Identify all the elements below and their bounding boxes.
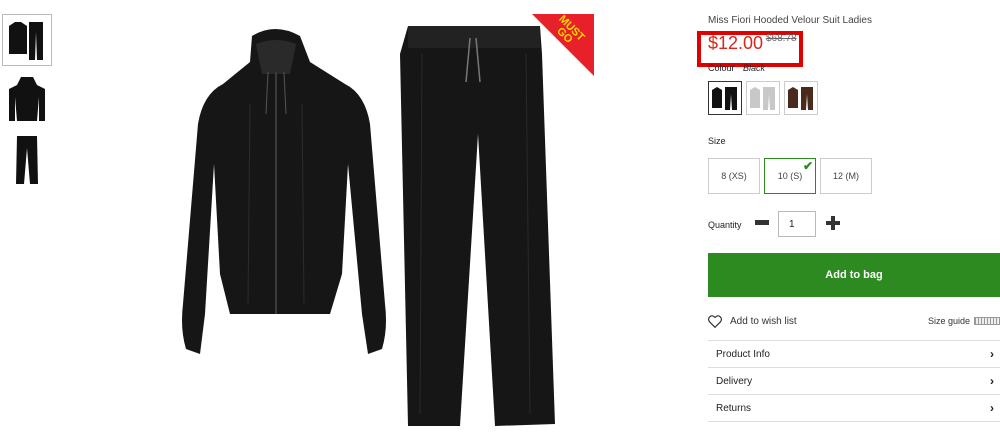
add-to-bag-button[interactable]: Add to bag <box>708 253 1000 297</box>
size-guide-link[interactable]: Size guide <box>928 316 1000 326</box>
info-accordion: Product Info › Delivery › Returns › <box>708 340 1000 422</box>
accordion-label: Product Info <box>716 348 770 360</box>
ruler-icon <box>974 317 1000 325</box>
add-to-wish-list-link[interactable]: Add to wish list <box>708 315 797 328</box>
product-title: Miss Fiori Hooded Velour Suit Ladies <box>708 15 872 26</box>
check-icon: ✔ <box>802 159 813 173</box>
accordion-label: Delivery <box>716 375 753 387</box>
pants-image <box>16 136 38 184</box>
minus-icon[interactable] <box>755 220 769 225</box>
grey-suit-icon <box>750 87 775 110</box>
accordion-returns[interactable]: Returns › <box>708 394 1000 422</box>
swatch-black[interactable] <box>708 81 742 115</box>
colour-row: Colour Black <box>708 63 765 73</box>
quantity-label: Quantity <box>708 220 742 230</box>
colour-label: Colour <box>708 63 735 73</box>
wish-list-label: Add to wish list <box>730 316 797 327</box>
swatch-brown[interactable] <box>784 81 818 115</box>
size-label: Size <box>708 136 726 146</box>
swatch-grey[interactable] <box>746 81 780 115</box>
plus-icon[interactable] <box>826 216 840 230</box>
chevron-right-icon: › <box>990 374 994 388</box>
quantity-input[interactable] <box>778 211 816 237</box>
size-option-m[interactable]: 12 (M) <box>820 158 872 194</box>
chevron-right-icon: › <box>990 347 994 361</box>
thumbnail-jacket[interactable] <box>2 74 52 126</box>
tracksuit-image <box>9 22 43 60</box>
thumbnail-pants[interactable] <box>2 134 52 186</box>
brown-suit-icon <box>788 87 813 110</box>
product-price: $12.00 <box>708 33 764 53</box>
colour-value: Black <box>743 63 766 73</box>
colour-swatches <box>708 81 818 115</box>
size-options: 8 (XS) 10 (S) ✔ 12 (M) <box>708 158 872 194</box>
black-suit-icon <box>712 87 737 110</box>
accordion-label: Returns <box>716 402 752 414</box>
thumbnail-list <box>2 14 54 194</box>
chevron-right-icon: › <box>990 401 994 415</box>
size-guide-label: Size guide <box>927 316 970 326</box>
thumbnail-suit[interactable] <box>2 14 52 66</box>
accordion-product-info[interactable]: Product Info › <box>708 340 1000 367</box>
accordion-delivery[interactable]: Delivery › <box>708 367 1000 394</box>
product-main-image <box>182 26 555 426</box>
size-option-xs[interactable]: 8 (XS) <box>708 158 760 194</box>
original-price: $68.78 <box>766 33 797 44</box>
heart-icon <box>708 315 722 328</box>
jacket-image <box>9 77 45 121</box>
size-option-s[interactable]: 10 (S) ✔ <box>764 158 816 194</box>
size-option-s-label: 10 (S) <box>777 171 803 181</box>
